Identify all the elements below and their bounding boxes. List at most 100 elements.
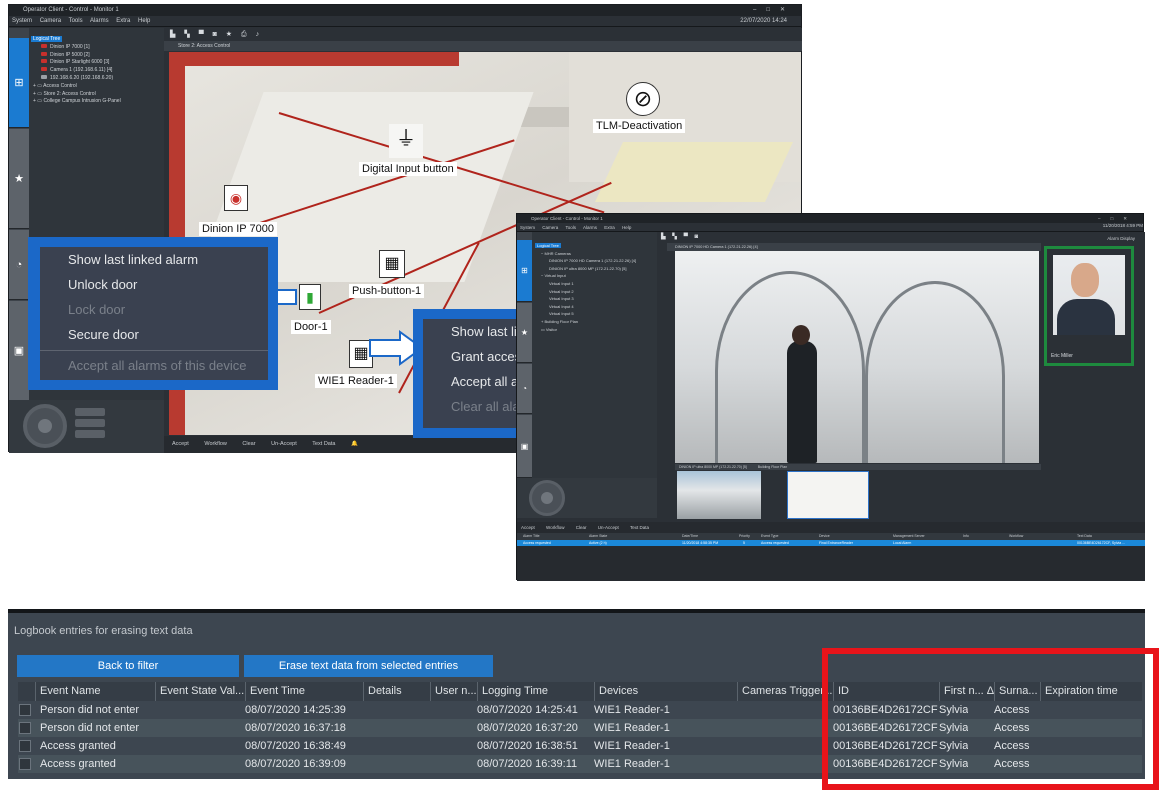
menu-camera[interactable]: Camera xyxy=(40,18,61,24)
tree-item-root[interactable]: Logical Tree xyxy=(535,242,636,250)
clear-button[interactable]: Clear xyxy=(576,525,587,530)
split-icon[interactable]: ▚ xyxy=(184,31,189,38)
mic-icon[interactable]: ♪ xyxy=(256,31,260,38)
erase-text-data-button[interactable]: Erase text data from selected entries xyxy=(244,655,493,677)
tree-item[interactable]: − Virtual Input xyxy=(535,272,636,280)
menu-extra[interactable]: Extra xyxy=(116,18,130,24)
snapshot-icon[interactable]: ◙ xyxy=(213,31,217,38)
tree-item[interactable]: Virtual Input 5 xyxy=(535,310,636,318)
tree-item[interactable]: + Building Floor Plan xyxy=(535,318,636,326)
ptz-control[interactable] xyxy=(9,400,164,453)
tree-item[interactable]: Virtual Input 2 xyxy=(535,288,636,296)
camera-icon[interactable]: ◉ xyxy=(224,185,248,211)
column-logging-time[interactable]: Logging Time xyxy=(477,682,594,701)
column-header[interactable]: Device xyxy=(819,533,830,540)
menu-item-grant-access[interactable]: Grant access xyxy=(423,344,521,369)
clear-button[interactable]: Clear xyxy=(242,441,255,447)
thumbnail-camera[interactable] xyxy=(677,471,761,519)
column-cameras-triggered[interactable]: Cameras Trigger... xyxy=(737,682,833,701)
bell-icon[interactable]: ⏚ xyxy=(389,124,423,158)
monitor-icon[interactable]: ▀ xyxy=(199,31,204,38)
layout-icon[interactable]: ▙ xyxy=(170,31,175,38)
menu-extra[interactable]: Extra xyxy=(604,225,615,230)
column-header[interactable]: Alarm Title xyxy=(523,533,540,540)
menu-alarms[interactable]: Alarms xyxy=(90,18,109,24)
column-event-name[interactable]: Event Name xyxy=(35,682,155,701)
unaccept-button[interactable]: Un-Accept xyxy=(598,525,619,530)
tree-item[interactable]: Virtual Input 1 xyxy=(535,280,636,288)
column-header[interactable]: Alarm State xyxy=(589,533,607,540)
text-data-button[interactable]: Text Data xyxy=(312,441,335,447)
column-event-time[interactable]: Event Time xyxy=(245,682,363,701)
menu-system[interactable]: System xyxy=(520,225,535,230)
menu-item-accept-all[interactable]: Accept all al xyxy=(423,369,521,394)
split-icon[interactable]: ▚ xyxy=(672,234,677,240)
menu-item-show-last-alarm[interactable]: Show last linked alarm xyxy=(40,247,268,272)
menu-item-show-last-alarm[interactable]: Show last lin xyxy=(423,319,521,344)
column-details[interactable]: Details xyxy=(363,682,430,701)
menu-help[interactable]: Help xyxy=(622,225,631,230)
column-user-name[interactable]: User n... xyxy=(430,682,477,701)
thumbnail-floorplan[interactable] xyxy=(787,471,869,519)
tlm-icon[interactable]: ⊘ xyxy=(626,82,660,116)
print-icon[interactable]: ⎙ xyxy=(241,31,247,38)
workflow-button[interactable]: Workflow xyxy=(204,441,227,447)
tree-item[interactable]: Virtual Input 4 xyxy=(535,303,636,311)
ptz-buttons[interactable] xyxy=(75,408,105,441)
column-devices[interactable]: Devices xyxy=(594,682,737,701)
text-data-button[interactable]: Text Data xyxy=(630,525,649,530)
tree-item[interactable]: Dinion IP 7000 [1] xyxy=(31,43,121,52)
tree-item[interactable]: Dinion IP Starlight 6000 [3] xyxy=(31,59,121,67)
window-controls[interactable]: –□✕ xyxy=(753,5,795,16)
tree-item[interactable]: 192.168.6.20 (192.168.6.20) xyxy=(31,74,121,83)
ptz-joystick[interactable] xyxy=(529,480,565,516)
bell-icon[interactable]: 🔔 xyxy=(351,441,358,447)
column-header[interactable]: Workflow xyxy=(1009,533,1023,540)
alarm-row[interactable]: Access requested Active (2 h) 11/20/2018… xyxy=(517,540,1145,546)
monitor-tab[interactable]: ▣ xyxy=(517,415,532,478)
lock-icon[interactable]: ▮ xyxy=(299,284,321,310)
tree-item[interactable]: Virtual Input 3 xyxy=(535,295,636,303)
timeline-tab[interactable]: ◔ xyxy=(517,364,532,414)
star-icon[interactable]: ★ xyxy=(226,31,232,38)
tree-item[interactable]: DINION IP ultra 8000 MP (172.21.22.70) [… xyxy=(535,265,636,273)
ptz-control[interactable] xyxy=(517,478,657,518)
camera-video[interactable] xyxy=(675,251,1039,463)
menu-item-unlock-door[interactable]: Unlock door xyxy=(40,272,268,297)
monitor-tab[interactable]: ▣ xyxy=(9,301,29,401)
row-checkbox[interactable] xyxy=(19,758,31,770)
menu-system[interactable]: System xyxy=(12,18,32,24)
tree-item[interactable]: Dinion IP 5000 [2] xyxy=(31,51,121,60)
row-checkbox[interactable] xyxy=(19,704,31,716)
layout-icon[interactable]: ▙ xyxy=(661,234,666,240)
column-header[interactable]: Management Server xyxy=(893,533,925,540)
menu-alarms[interactable]: Alarms xyxy=(583,225,597,230)
row-checkbox[interactable] xyxy=(19,740,31,752)
accept-button[interactable]: Accept xyxy=(521,525,535,530)
menu-tools[interactable]: Tools xyxy=(69,18,83,24)
column-header[interactable]: Text Data xyxy=(1077,533,1092,540)
workflow-button[interactable]: Workflow xyxy=(546,525,564,530)
column-header[interactable]: Info xyxy=(963,533,969,540)
column-header[interactable]: Event Type xyxy=(761,533,778,540)
menu-tools[interactable]: Tools xyxy=(565,225,576,230)
tree-item-root[interactable]: Logical Tree xyxy=(31,36,121,44)
unaccept-button[interactable]: Un-Accept xyxy=(271,441,297,447)
keypad-icon[interactable]: ▦ xyxy=(379,250,405,278)
tree-item[interactable]: + ▭ Access Control xyxy=(31,83,121,91)
tree-item[interactable]: DINION IP 7000 HD Camera 1 (172.21.22.26… xyxy=(535,257,636,265)
menu-help[interactable]: Help xyxy=(138,18,150,24)
ptz-joystick[interactable] xyxy=(23,404,67,448)
tree-item[interactable]: Camera 1 (192.168.6.11) [4] xyxy=(31,67,121,75)
tree-item[interactable]: ▭ Visitor xyxy=(535,326,636,334)
menu-item-secure-door[interactable]: Secure door xyxy=(40,322,268,347)
tree-item[interactable]: + ▭ Store 2: Access Control xyxy=(31,91,121,99)
column-header[interactable]: Date/Time xyxy=(682,533,698,540)
column-header[interactable]: Priority xyxy=(739,533,750,540)
favorites-tab[interactable]: ★ xyxy=(517,303,532,363)
tree-tab[interactable]: ⊞ xyxy=(517,240,532,302)
window-controls[interactable]: –□✕ xyxy=(1098,214,1137,223)
accept-button[interactable]: Accept xyxy=(172,441,189,447)
back-to-filter-button[interactable]: Back to filter xyxy=(17,655,239,677)
tree-item[interactable]: − MHR Cameras xyxy=(535,250,636,258)
